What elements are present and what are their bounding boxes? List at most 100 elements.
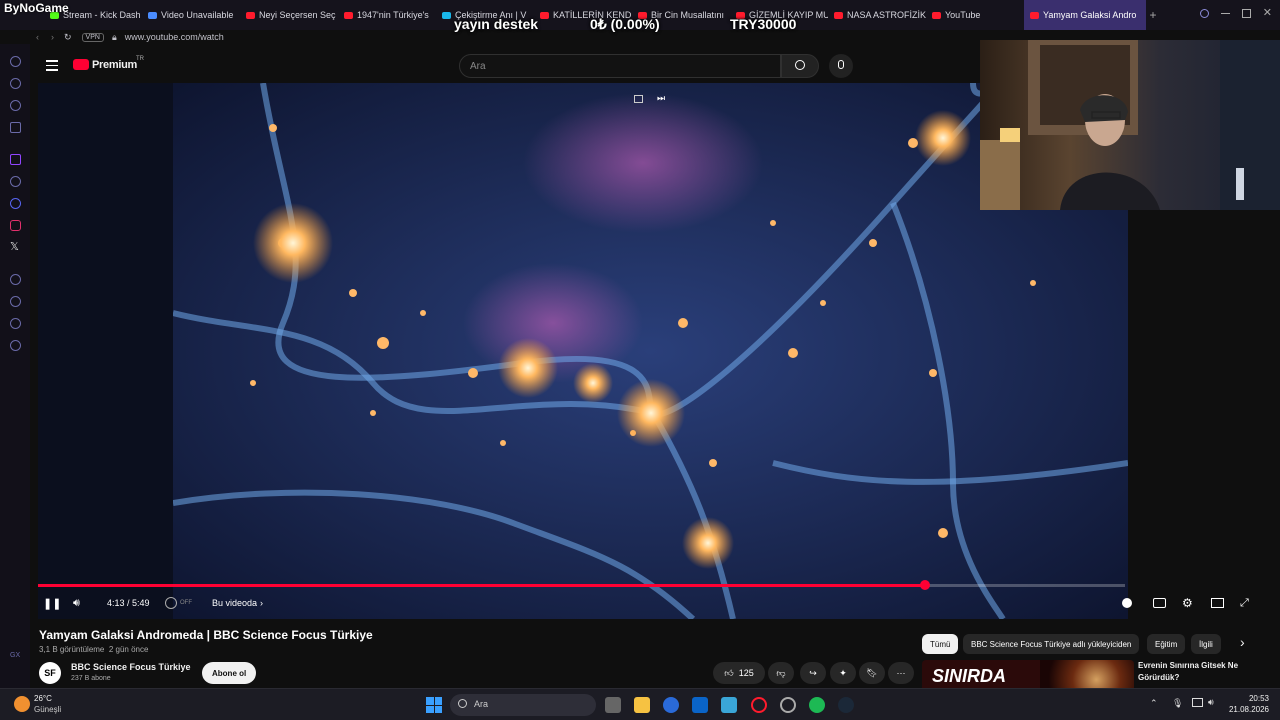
related-title[interactable]: Evrenin Sınırına Gitsek Ne Görürdük? (1138, 660, 1248, 684)
play-icon[interactable] (10, 274, 21, 285)
ask-button[interactable]: ✦ (830, 662, 856, 684)
volume-button[interactable]: 🔊︎ (73, 595, 80, 611)
history-icon[interactable] (10, 56, 21, 67)
clock-icon[interactable] (10, 296, 21, 307)
forward-icon[interactable]: › (51, 32, 54, 42)
subtitles-icon (1153, 598, 1166, 608)
mic-icon (838, 60, 844, 69)
bookmark-icon: 🔖︎ (866, 667, 878, 678)
percent-icon[interactable] (10, 176, 21, 187)
file-explorer-icon[interactable] (634, 697, 650, 713)
spotify-icon[interactable] (809, 697, 825, 713)
chevron-right-icon[interactable]: › (1240, 634, 1245, 650)
app-icon[interactable] (663, 697, 679, 713)
thumbnail-text: SINIRDA (932, 666, 1007, 686)
opera-gx-icon[interactable] (751, 697, 767, 713)
theater-button[interactable] (1211, 595, 1224, 611)
volume-icon[interactable]: 🔊︎ (1208, 697, 1214, 708)
cube-icon[interactable] (10, 318, 21, 329)
webcam-frame (980, 40, 1280, 210)
pause-button[interactable]: ❚❚ (43, 595, 61, 611)
search-icon[interactable] (1199, 9, 1209, 18)
browser-tab[interactable]: YouTube (926, 0, 1024, 30)
browser-tab[interactable]: Neyi Seçersen Seç (240, 0, 338, 30)
instagram-icon[interactable] (10, 220, 21, 231)
gx-icon[interactable]: GX (10, 652, 20, 659)
youtube-logo-icon[interactable] (73, 59, 89, 70)
video-meta: 3,1 B görüntüleme 2 gün önce (39, 645, 148, 654)
browser-tab[interactable]: Video Unavailable (142, 0, 240, 30)
app-icon[interactable] (780, 697, 796, 713)
minimize-icon[interactable] (1220, 13, 1230, 14)
weather-temp[interactable]: 26°C (34, 694, 52, 703)
vpn-badge[interactable]: VPN (81, 32, 104, 42)
browser-tab-active[interactable]: Yamyam Galaksi Andro (1024, 0, 1146, 30)
save-button[interactable]: 🔖︎ (859, 662, 885, 684)
steam-icon[interactable] (838, 697, 854, 713)
reload-icon[interactable]: ↻ (64, 32, 72, 43)
youtube-logo-text[interactable]: Premium (92, 59, 137, 71)
in-video-label: Bu videoda (212, 598, 258, 608)
autoplay-toggle[interactable]: OFF (165, 595, 192, 611)
tab-site-icon (148, 11, 157, 19)
url-text[interactable]: www.youtube.com/watch (125, 32, 224, 42)
chip-related[interactable]: İlgili (1191, 634, 1221, 654)
settings-icon[interactable] (10, 340, 21, 351)
dislike-button[interactable]: 👎︎ (768, 662, 794, 684)
app-icon[interactable] (721, 697, 737, 713)
mic-icon[interactable]: 🎙︎ (1172, 698, 1183, 709)
new-tab-button[interactable]: + (1146, 8, 1160, 22)
more-button[interactable]: ··· (888, 662, 914, 684)
maximize-icon[interactable] (1241, 9, 1251, 18)
like-count: 125 (738, 668, 754, 678)
search-input[interactable]: Ara (459, 54, 781, 78)
tab-label: Bir Cin Musallatını (651, 10, 725, 20)
like-button[interactable]: 👍︎ 125 (713, 662, 765, 684)
back-icon[interactable]: ‹ (36, 32, 39, 42)
subscribe-button[interactable]: Abone ol (202, 662, 257, 684)
region-code: TR (136, 56, 144, 62)
voice-search-button[interactable] (829, 54, 853, 78)
browser-tab[interactable]: 1947'nin Türkiye's (338, 0, 436, 30)
share-button[interactable]: ↪ (800, 662, 826, 684)
twitch-icon[interactable] (10, 154, 21, 165)
youtube-icon (344, 11, 353, 19)
close-icon[interactable]: ✕ (1263, 8, 1272, 19)
tray-chevron-icon[interactable]: ⌃ (1150, 698, 1158, 709)
settings-button[interactable]: ⚙ (1182, 595, 1193, 611)
chip-uploader[interactable]: BBC Science Focus Türkiye adlı yükleyici… (963, 634, 1140, 654)
x-icon[interactable]: 𝕏 (10, 242, 21, 253)
chip-all[interactable]: Tümü (922, 634, 959, 654)
weather-condition: Güneşli (34, 705, 62, 714)
skip-icon[interactable]: ⏭ (657, 93, 665, 104)
miniplayer-icon[interactable] (634, 95, 643, 103)
autoplay-switch[interactable] (1122, 595, 1132, 611)
search-icon (458, 699, 467, 708)
window-controls: ✕ (1199, 8, 1272, 19)
browser-tab[interactable]: NASA ASTROFİZİK (828, 0, 926, 30)
channel-name[interactable]: BBC Science Focus Türkiye (71, 662, 191, 672)
search-button[interactable] (781, 54, 819, 78)
video-player[interactable]: ⏭ (38, 83, 1128, 619)
channel-avatar[interactable]: SF (39, 662, 61, 684)
task-view-icon[interactable] (605, 697, 621, 713)
subtitles-button[interactable] (1153, 595, 1166, 611)
taskbar-search[interactable]: Ara (450, 694, 596, 716)
menu-icon[interactable] (46, 60, 58, 71)
clock-time[interactable]: 20:53 (1233, 694, 1269, 703)
outlook-icon[interactable] (692, 697, 708, 713)
player-icon[interactable] (10, 100, 21, 111)
bookmark-icon[interactable] (10, 78, 21, 89)
in-video-chapter-button[interactable]: Bu videoda › (212, 595, 263, 611)
network-icon[interactable] (1192, 698, 1203, 707)
progress-bar[interactable] (38, 580, 1125, 590)
related-thumbnail[interactable]: SINIRDA (922, 660, 1134, 688)
youtube-icon (540, 11, 549, 19)
time-display: 4:13 / 5:49 (107, 598, 150, 608)
messenger-icon[interactable] (10, 122, 21, 133)
fullscreen-button[interactable]: ⤢ (1240, 595, 1249, 611)
discord-icon[interactable] (10, 198, 21, 209)
progress-scrubber[interactable] (919, 580, 930, 590)
windows-start-icon[interactable] (426, 697, 442, 713)
chip-education[interactable]: Eğitim (1147, 634, 1186, 654)
